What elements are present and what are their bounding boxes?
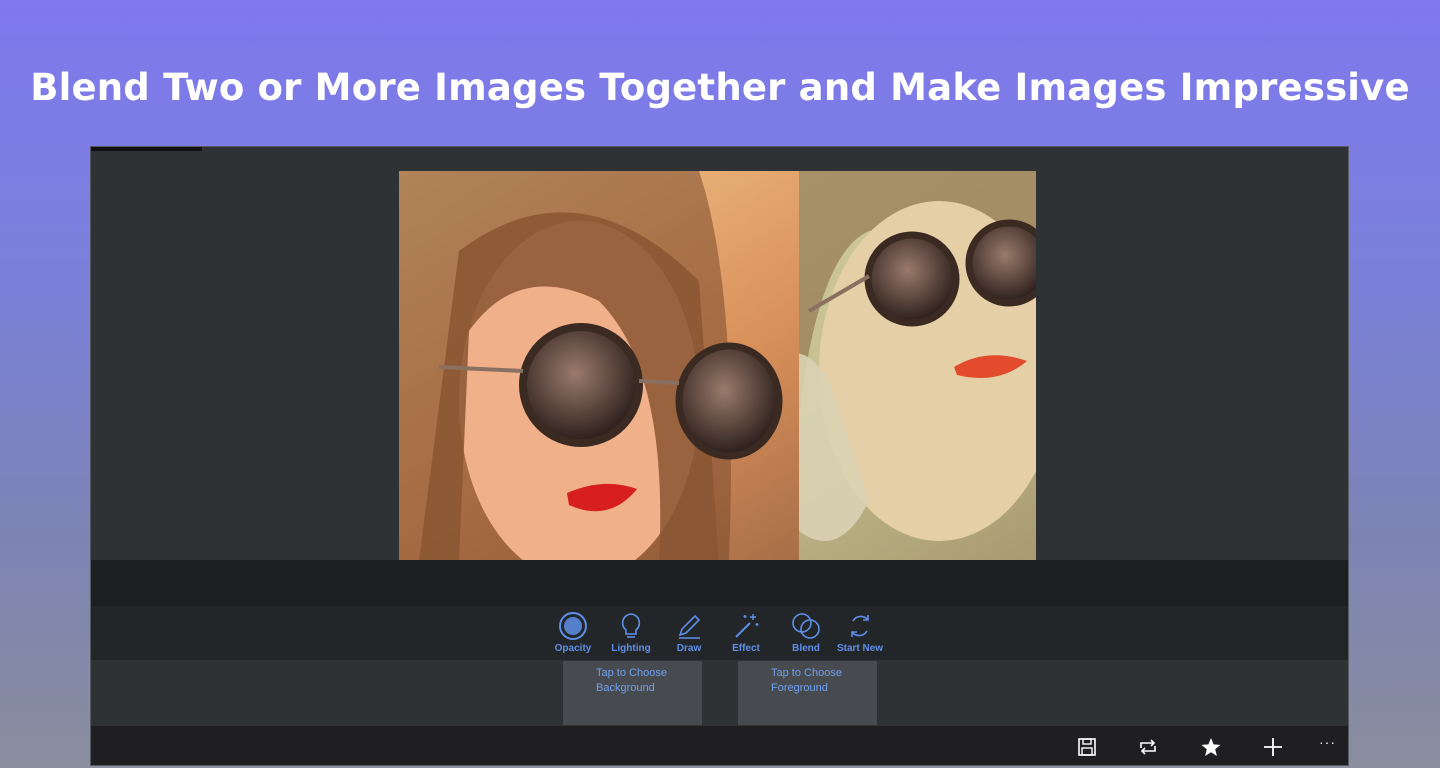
progress-indicator: [91, 147, 202, 151]
more-options-button[interactable]: ···: [1319, 734, 1336, 750]
opacity-icon: [543, 611, 603, 643]
magic-wand-icon: [716, 611, 776, 643]
lighting-tool-button[interactable]: Lighting: [601, 611, 661, 654]
start-new-tool-button[interactable]: Start New: [830, 611, 890, 654]
plus-icon: [1264, 738, 1282, 756]
repeat-icon: [1140, 739, 1156, 755]
image-chooser-row: Tap to Choose Background Tap to Choose F…: [91, 660, 1348, 726]
repeat-button[interactable]: [1137, 736, 1161, 758]
choose-foreground-button[interactable]: Tap to Choose Foreground: [738, 661, 877, 725]
choose-foreground-line1: Tap to Choose: [771, 667, 842, 679]
command-bar: ···: [91, 726, 1348, 765]
promo-headline: Blend Two or More Images Together and Ma…: [30, 66, 1410, 109]
choose-foreground-line2: Foreground: [771, 682, 828, 694]
app-window: Opacity Lighting Draw Effect Blend Start…: [90, 146, 1349, 766]
effect-tool-button[interactable]: Effect: [716, 611, 776, 654]
star-icon: [1201, 738, 1221, 756]
save-button[interactable]: [1076, 736, 1100, 758]
choose-background-line2: Background: [596, 682, 655, 694]
refresh-icon: [830, 611, 890, 643]
draw-label: Draw: [676, 643, 702, 654]
blend-circles-icon: [776, 611, 836, 643]
blended-image-canvas[interactable]: [399, 171, 1036, 561]
start-new-label: Start New: [836, 643, 884, 654]
effect-label: Effect: [732, 643, 760, 654]
choose-background-line1: Tap to Choose: [596, 667, 667, 679]
save-icon: [1078, 738, 1096, 756]
opacity-tool-button[interactable]: Opacity: [543, 611, 603, 654]
choose-background-button[interactable]: Tap to Choose Background: [563, 661, 702, 725]
blend-label: Blend: [792, 643, 820, 654]
blended-photo: [399, 171, 1036, 561]
opacity-label: Opacity: [554, 643, 592, 654]
draw-tool-button[interactable]: Draw: [659, 611, 719, 654]
blend-tool-button[interactable]: Blend: [776, 611, 836, 654]
add-button[interactable]: [1262, 736, 1286, 758]
pencil-icon: [659, 611, 719, 643]
adjustment-slider-area[interactable]: [91, 560, 1348, 606]
edit-toolbar: Opacity Lighting Draw Effect Blend Start…: [91, 606, 1348, 660]
lighting-label: Lighting: [611, 643, 651, 654]
lightbulb-icon: [601, 611, 661, 643]
favorite-button[interactable]: [1200, 736, 1224, 758]
